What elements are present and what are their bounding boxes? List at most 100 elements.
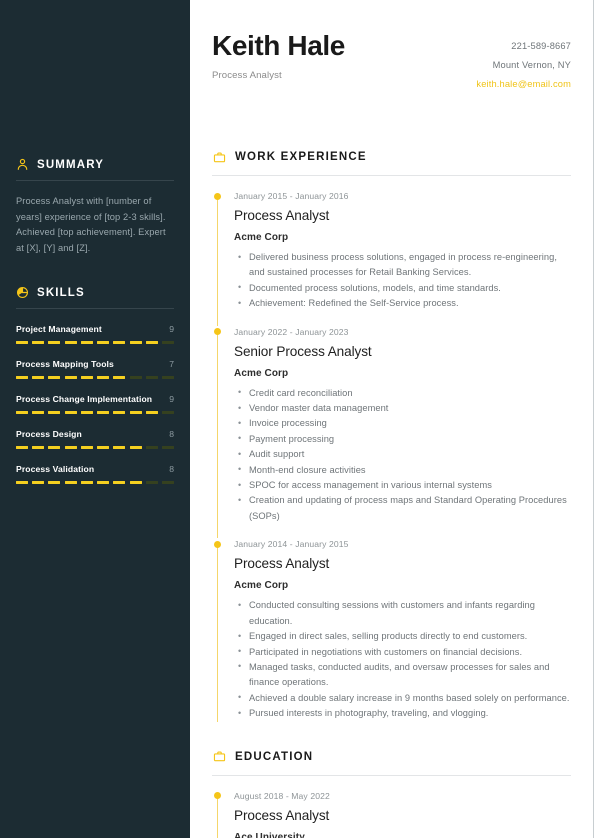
skill-dash xyxy=(32,411,45,415)
skill-dash xyxy=(113,481,126,485)
skill-item: Process Validation 8 xyxy=(16,464,174,485)
skill-dash xyxy=(129,341,142,345)
skill-rating-bar xyxy=(16,341,174,345)
skill-value: 9 xyxy=(169,324,174,335)
skill-dash xyxy=(48,481,61,485)
skill-row: Process Design 8 xyxy=(16,429,174,440)
skill-dash xyxy=(161,446,174,450)
entry-organization: Acme Corp xyxy=(234,232,289,243)
skill-dash xyxy=(113,376,126,380)
skill-dash xyxy=(145,411,158,415)
skill-dash xyxy=(113,341,126,345)
timeline-entry: January 2022 - January 2023 Senior Proces… xyxy=(212,312,571,539)
main-content: Keith Hale Process Analyst 221-589-8667 … xyxy=(190,0,593,838)
user-icon xyxy=(16,158,29,171)
skill-dash xyxy=(48,446,61,450)
timeline-dot xyxy=(213,792,221,800)
skill-dash xyxy=(129,481,142,485)
skill-dash xyxy=(129,411,142,415)
skill-value: 7 xyxy=(169,359,174,370)
entry-organization: Acme Corp xyxy=(234,367,289,379)
skill-dash xyxy=(64,341,77,345)
skill-row: Process Mapping Tools 7 xyxy=(16,359,174,370)
skill-label: Process Mapping Tools xyxy=(16,359,114,370)
skill-dash xyxy=(64,481,77,485)
resume-header: Keith Hale Process Analyst 221-589-8667 … xyxy=(212,0,571,94)
skill-dash xyxy=(64,411,77,415)
skill-dash xyxy=(97,411,110,415)
skill-row: Process Change Implementation 9 xyxy=(16,394,174,405)
work-entry-list: January 2015 - January 2016 Process Analy… xyxy=(212,176,571,722)
entry-bullet: Achievement: Redefined the Self-Service … xyxy=(238,296,571,312)
timeline-dot xyxy=(213,540,221,548)
skill-dash xyxy=(97,481,110,485)
contact-location: Mount Vernon, NY xyxy=(492,60,571,70)
work-experience-title: WORK EXPERIENCE xyxy=(235,151,367,163)
skill-dash xyxy=(32,341,45,345)
contact-email[interactable]: keith.hale@email.com xyxy=(476,75,571,94)
education-entry-list: August 2018 - May 2022 Process Analyst Ace… xyxy=(212,776,571,838)
entry-bullet: Delivered business process solutions, en… xyxy=(238,250,571,281)
skill-label: Project Management xyxy=(16,324,102,335)
education-title: EDUCATION xyxy=(235,750,314,763)
entry-bullet: Participated in negotiations with custom… xyxy=(238,644,571,660)
summary-header: SUMMARY xyxy=(16,158,174,181)
entry-bullet: Month-end closure activities xyxy=(238,462,571,478)
contact-phone: 221-589-8667 xyxy=(511,41,571,51)
entry-bullet-list: Credit card reconciliationVendor master … xyxy=(234,385,571,525)
contact-block: 221-589-8667 Mount Vernon, NY keith.hale… xyxy=(476,29,571,94)
entry-bullet: Engaged in direct sales, selling product… xyxy=(238,629,571,645)
identity-block: Keith Hale Process Analyst xyxy=(212,29,345,81)
entry-organization: Acme Corp xyxy=(234,580,289,592)
skill-dash xyxy=(145,446,158,450)
entry-bullet: Documented process solutions, models, an… xyxy=(238,280,571,296)
skill-item: Process Change Implementation 9 xyxy=(16,394,174,415)
skill-dash xyxy=(80,446,93,450)
skill-dash xyxy=(16,341,29,345)
skill-row: Project Management 9 xyxy=(16,324,174,335)
skill-dash xyxy=(97,341,110,345)
skill-dash xyxy=(48,341,61,345)
entry-bullet: Invoice processing xyxy=(238,416,571,432)
skill-dash xyxy=(129,376,142,380)
entry-bullet: Payment processing xyxy=(238,431,571,447)
education-header: EDUCATION xyxy=(212,750,571,776)
skill-dash xyxy=(161,341,174,345)
summary-title: SUMMARY xyxy=(37,158,105,171)
summary-text: Process Analyst with [number of years] e… xyxy=(16,196,166,253)
entry-bullet-list: Delivered business process solutions, en… xyxy=(234,250,571,312)
section-work-experience: WORK EXPERIENCE January 2015 - January 2… xyxy=(212,150,571,722)
skill-dash xyxy=(161,376,174,380)
skill-label: Process Design xyxy=(16,429,82,440)
skill-dash xyxy=(129,446,142,450)
skill-item: Process Mapping Tools 7 xyxy=(16,359,174,380)
briefcase-icon xyxy=(212,150,226,164)
job-role-subtitle: Process Analyst xyxy=(212,70,282,81)
section-education: EDUCATION August 2018 - May 2022 Process … xyxy=(212,750,571,838)
skill-dash xyxy=(113,446,126,450)
skill-dash xyxy=(97,376,110,380)
skill-dash xyxy=(113,411,126,415)
skills-title: SKILLS xyxy=(37,286,85,299)
entry-title: Process Analyst xyxy=(234,208,330,223)
skill-item: Process Design 8 xyxy=(16,429,174,450)
skill-value: 8 xyxy=(169,429,174,440)
entry-bullet: SPOC for access management in various in… xyxy=(238,478,571,494)
timeline-rail xyxy=(216,794,218,838)
entry-dates: January 2015 - January 2016 xyxy=(234,191,349,201)
resume-page: SUMMARY Process Analyst with [number of … xyxy=(0,0,594,838)
entry-bullet: Audit support xyxy=(238,447,571,463)
skill-dash xyxy=(145,481,158,485)
skill-rating-bar xyxy=(16,481,174,485)
skill-dash xyxy=(16,376,29,380)
briefcase-icon xyxy=(212,750,226,764)
skill-row: Process Validation 8 xyxy=(16,464,174,475)
timeline-rail xyxy=(216,195,218,326)
entry-organization: Ace University xyxy=(234,831,305,838)
skill-dash xyxy=(32,481,45,485)
skill-label: Process Validation xyxy=(16,464,95,475)
pie-chart-icon xyxy=(16,286,29,299)
entry-title: Process Analyst xyxy=(234,807,330,823)
sidebar-section-skills: SKILLS Project Management 9 Process Mappin… xyxy=(16,256,174,485)
skill-dash xyxy=(80,341,93,345)
